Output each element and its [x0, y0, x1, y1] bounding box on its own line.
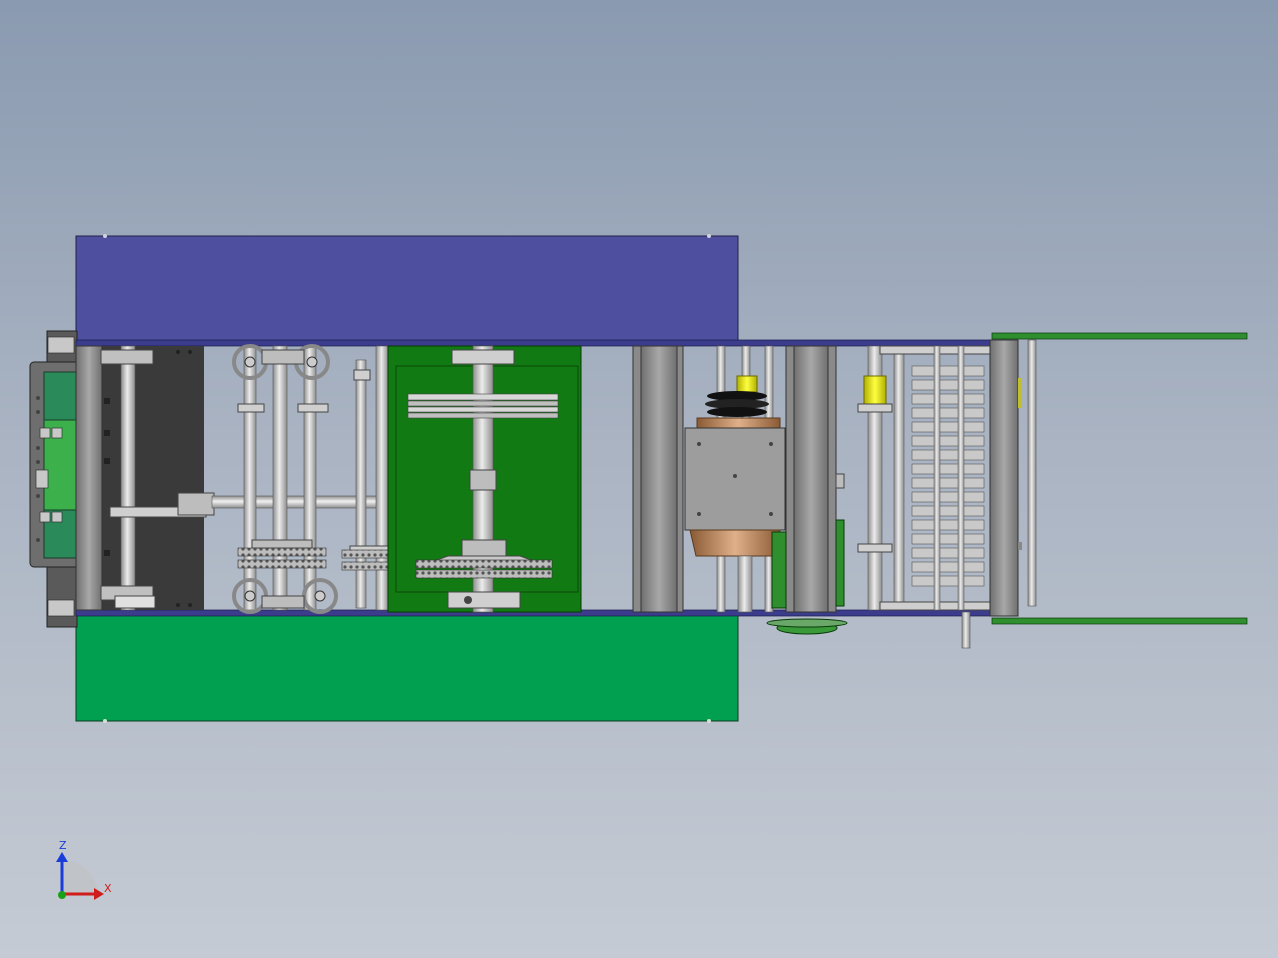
cad-viewport[interactable]: Z X — [0, 0, 1278, 958]
top-cover-panel[interactable] — [75, 234, 739, 343]
v-belt-pulley-stack[interactable] — [407, 393, 559, 419]
left-gearbox-section[interactable] — [75, 345, 207, 611]
column-posts-right — [785, 345, 837, 613]
green-gearbox-plate[interactable] — [387, 345, 582, 613]
comb-roller-section[interactable] — [857, 345, 991, 649]
column-posts-center — [632, 345, 684, 613]
hopper-motor-unit[interactable] — [684, 345, 786, 613]
right-end-frame[interactable] — [989, 332, 1248, 625]
z-axis-label: Z — [59, 839, 67, 852]
x-axis-label: X — [104, 882, 112, 895]
left-end-motor-assembly[interactable] — [29, 330, 81, 628]
triad-origin — [58, 891, 66, 899]
comb-disc-stack — [911, 365, 985, 587]
orientation-triad: Z X — [56, 839, 112, 900]
drive-pulley[interactable] — [705, 391, 769, 417]
bottom-cover-panel[interactable] — [75, 614, 739, 723]
machine-assembly-drawing[interactable]: Z X — [0, 0, 1278, 958]
